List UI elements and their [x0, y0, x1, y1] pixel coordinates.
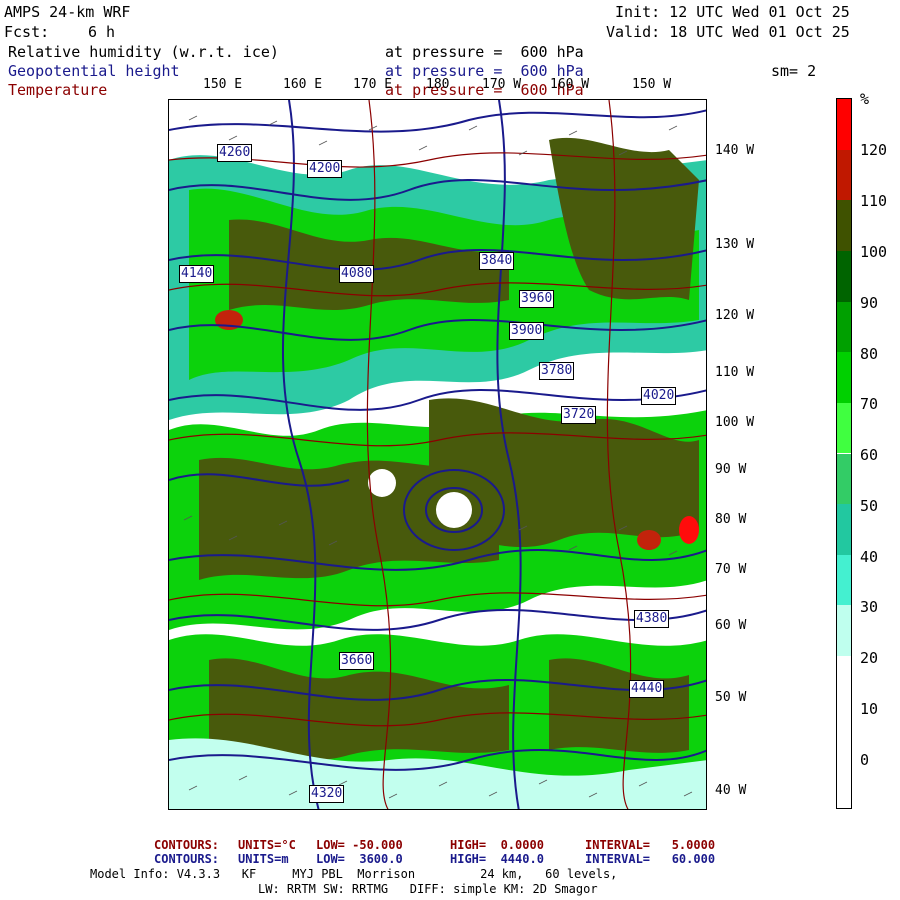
height-contour-label: 4140 — [179, 265, 215, 283]
lon-label: 170 E — [353, 77, 393, 92]
lon-label: 180 — [426, 77, 450, 92]
height-contour-label: 3780 — [539, 362, 575, 380]
colorbar-segment — [837, 453, 851, 505]
lon-label: 150 W — [632, 77, 672, 92]
colorbar-segment — [837, 352, 851, 403]
colorbar-level: 10 — [860, 700, 879, 718]
colorbar-level: 120 — [860, 141, 888, 159]
height-contour-label: 4260 — [217, 144, 253, 162]
map-panel: 4260 4200 4080 4140 4020 3960 3900 3840 … — [168, 99, 707, 810]
lon-label: 150 E — [203, 77, 243, 92]
lat-label: 70 W — [715, 562, 747, 577]
map-svg — [169, 100, 706, 809]
height-contour-low: LOW= 3600.0 — [316, 852, 403, 866]
height-contour-interval: INTERVAL= 60.000 — [585, 852, 716, 866]
colorbar-segment — [837, 402, 851, 454]
colorbar-level: 30 — [860, 598, 879, 616]
field-rh-level: at pressure = 600 hPa — [385, 43, 584, 61]
init-time: Init: 12 UTC Wed 01 Oct 25 — [615, 3, 850, 21]
lat-label: 50 W — [715, 690, 747, 705]
colorbar-segment — [837, 149, 851, 201]
colorbar-level: 110 — [860, 192, 888, 210]
height-contour-label: 3660 — [339, 652, 375, 670]
humidity-colorbar — [836, 98, 852, 809]
height-contour-high: HIGH= 4440.0 — [450, 852, 544, 866]
colorbar-level: 0 — [860, 751, 870, 769]
height-contour-label: 4200 — [307, 160, 343, 178]
colorbar-segment — [837, 99, 851, 150]
colorbar-segment — [837, 605, 851, 657]
field-rh-name: Relative humidity (w.r.t. ice) — [8, 43, 279, 61]
lon-label: 160 W — [550, 77, 590, 92]
height-contour-label: 3900 — [509, 322, 545, 340]
lon-label: 160 E — [283, 77, 323, 92]
lat-label: 60 W — [715, 618, 747, 633]
valid-time: Valid: 18 UTC Wed 01 Oct 25 — [606, 23, 850, 41]
height-contour-label: 4320 — [309, 785, 345, 803]
temp-contour-interval: INTERVAL= 5.0000 — [585, 838, 716, 852]
lon-label: 170 W — [482, 77, 522, 92]
colorbar-level: 90 — [860, 294, 879, 312]
lat-label: 140 W — [715, 143, 755, 158]
temp-contour-high: HIGH= 0.0000 — [450, 838, 544, 852]
lat-label: 100 W — [715, 415, 755, 430]
model-title: AMPS 24-km WRF — [4, 3, 131, 21]
temp-contour-low: LOW= -50.000 — [316, 838, 403, 852]
field-temp-name: Temperature — [8, 81, 108, 99]
colorbar-level: 60 — [860, 446, 879, 464]
forecast-label: Fcst: — [4, 23, 50, 41]
colorbar-level: 80 — [860, 345, 879, 363]
forecast-hour: 6 h — [88, 23, 116, 41]
colorbar-segment — [837, 200, 851, 251]
height-contour-label: 4380 — [634, 610, 670, 628]
height-contour-label: 4080 — [339, 265, 375, 283]
model-physics: LW: RRTM SW: RRTMG DIFF: simple KM: 2D S… — [258, 882, 598, 896]
height-contour-label: 3720 — [561, 406, 597, 424]
lat-label: 130 W — [715, 237, 755, 252]
colorbar-level: 100 — [860, 243, 888, 261]
smoothing-label: sm= 2 — [771, 62, 817, 80]
colorbar-level: 20 — [860, 649, 879, 667]
colorbar-segment — [837, 250, 851, 302]
lat-label: 90 W — [715, 462, 747, 477]
colorbar-segment — [837, 554, 851, 606]
colorbar-segment — [837, 656, 851, 808]
height-contour-label: 4020 — [641, 387, 677, 405]
height-contour-units: UNITS=m — [238, 852, 289, 866]
height-contour-label: 3840 — [479, 252, 515, 270]
colorbar-unit: % — [860, 90, 870, 108]
lat-label: 80 W — [715, 512, 747, 527]
colorbar-segment — [837, 301, 851, 353]
height-contour-label: 4440 — [629, 680, 665, 698]
model-info: Model Info: V4.3.3 KF MYJ PBL Morrison 2… — [90, 867, 618, 881]
temp-contour-units: UNITS=°C — [238, 838, 296, 852]
field-height-name: Geopotential height — [8, 62, 180, 80]
lat-label: 110 W — [715, 365, 755, 380]
colorbar-level: 70 — [860, 395, 879, 413]
height-contour-label: 3960 — [519, 290, 555, 308]
colorbar-segment — [837, 504, 851, 555]
colorbar-level: 50 — [860, 497, 879, 515]
colorbar-level: 40 — [860, 548, 879, 566]
lat-label: 40 W — [715, 783, 747, 798]
temp-contour-label: CONTOURS: — [154, 838, 220, 852]
lat-label: 120 W — [715, 308, 755, 323]
height-contour-label-footer: CONTOURS: — [154, 852, 220, 866]
